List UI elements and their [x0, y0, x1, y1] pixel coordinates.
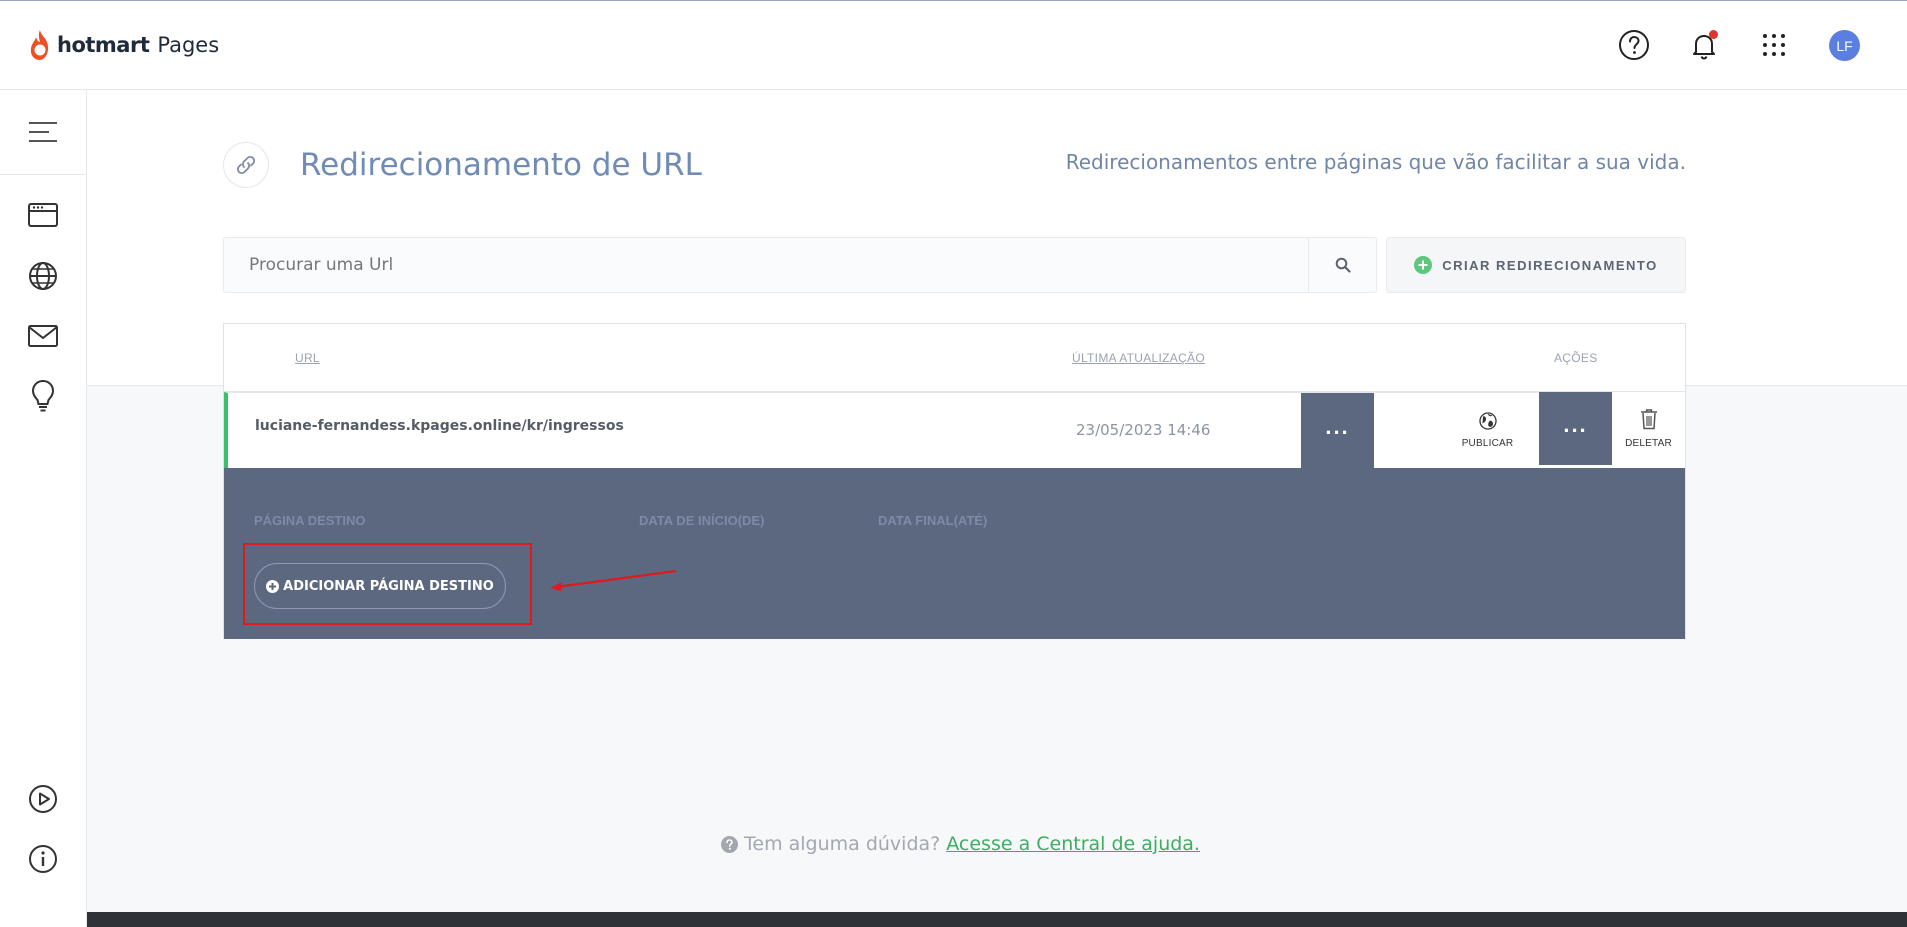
title-icon-circle [223, 142, 269, 188]
sidebar [0, 90, 87, 927]
globe-icon [29, 262, 57, 290]
page-title: Redirecionamento de URL [300, 147, 702, 183]
detail-column-end-date: DATA FINAL(ATÉ) [878, 513, 988, 528]
delete-action[interactable]: DELETAR [1612, 392, 1685, 465]
notifications-button[interactable] [1686, 27, 1722, 63]
create-redirect-button[interactable]: CRIAR REDIRECIONAMENTO [1386, 237, 1686, 293]
sidebar-item-info[interactable] [24, 840, 62, 878]
row-updated: 23/05/2023 14:46 [1076, 421, 1211, 439]
delete-button[interactable] [1374, 393, 1444, 468]
logo[interactable]: hotmart Pages [28, 29, 219, 61]
page-header: Redirecionamento de URL [223, 142, 702, 188]
grid-dots-icon [1763, 34, 1785, 56]
search-input[interactable] [224, 238, 1308, 292]
lightbulb-icon [31, 379, 55, 412]
sidebar-toggle[interactable] [0, 90, 86, 175]
sidebar-item-domains[interactable] [24, 257, 62, 295]
play-circle-icon [29, 785, 57, 813]
ellipsis-icon: ... [1563, 411, 1588, 437]
top-bar: hotmart Pages LF [0, 0, 1907, 90]
help-text: Tem alguma dúvida? [744, 833, 941, 855]
row-url: luciane-fernandess.kpages.online/kr/ingr… [255, 418, 624, 434]
question-circle-icon [1619, 30, 1649, 60]
logo-product: Pages [157, 33, 220, 57]
search-button[interactable] [1308, 238, 1376, 292]
highlight-box [243, 543, 532, 625]
page-subtitle: Redirecionamentos entre páginas que vão … [1065, 150, 1686, 174]
footer-band [87, 912, 1907, 927]
create-redirect-label: CRIAR REDIRECIONAMENTO [1442, 257, 1658, 273]
table-header: URL ÚLTIMA ATUALIZAÇÃO AÇÕES [224, 324, 1685, 392]
search-icon [1335, 257, 1351, 273]
apps-button[interactable] [1756, 27, 1792, 63]
table-row[interactable]: luciane-fernandess.kpages.online/kr/ingr… [224, 392, 1685, 468]
detail-column-start-date: DATA DE INÍCIO(DE) [639, 513, 765, 528]
help-center-link[interactable]: Acesse a Central de ajuda. [946, 833, 1200, 855]
publish-label: PUBLICAR [1461, 438, 1514, 449]
plus-circle-icon [1414, 256, 1433, 274]
globe-publish-icon [1478, 412, 1497, 430]
column-url[interactable]: URL [295, 351, 320, 365]
help-button[interactable] [1616, 27, 1652, 63]
envelope-icon [28, 325, 58, 347]
column-last-updated[interactable]: ÚLTIMA ATUALIZAÇÃO [1072, 351, 1205, 365]
avatar[interactable]: LF [1829, 30, 1860, 61]
sidebar-item-pages[interactable] [24, 196, 62, 234]
link-icon [236, 155, 256, 175]
sidebar-item-ideas[interactable] [24, 377, 62, 415]
search-box [223, 237, 1377, 293]
ellipsis-icon: ... [1325, 413, 1350, 439]
help-line: Tem alguma dúvida? Acesse a Central de a… [721, 833, 1200, 855]
notification-dot [1709, 30, 1718, 39]
more-actions-cell[interactable]: ... [1539, 392, 1612, 465]
flame-icon [30, 30, 49, 60]
browser-window-icon [28, 203, 58, 227]
sidebar-item-tutorials[interactable] [24, 780, 62, 818]
detail-column-destination: PÁGINA DESTINO [254, 513, 366, 528]
info-circle-icon [29, 845, 57, 873]
logo-brand: hotmart [57, 33, 150, 57]
annotation-arrow [550, 569, 677, 591]
more-actions-button[interactable]: ... [1301, 393, 1374, 468]
delete-label: DELETAR [1625, 438, 1672, 449]
publish-button[interactable]: PUBLICAR [1455, 393, 1520, 468]
column-actions: AÇÕES [1554, 351, 1598, 365]
sidebar-item-email[interactable] [24, 317, 62, 355]
question-circle-icon [721, 835, 738, 853]
menu-icon [29, 122, 57, 142]
trash-icon [1640, 409, 1657, 430]
